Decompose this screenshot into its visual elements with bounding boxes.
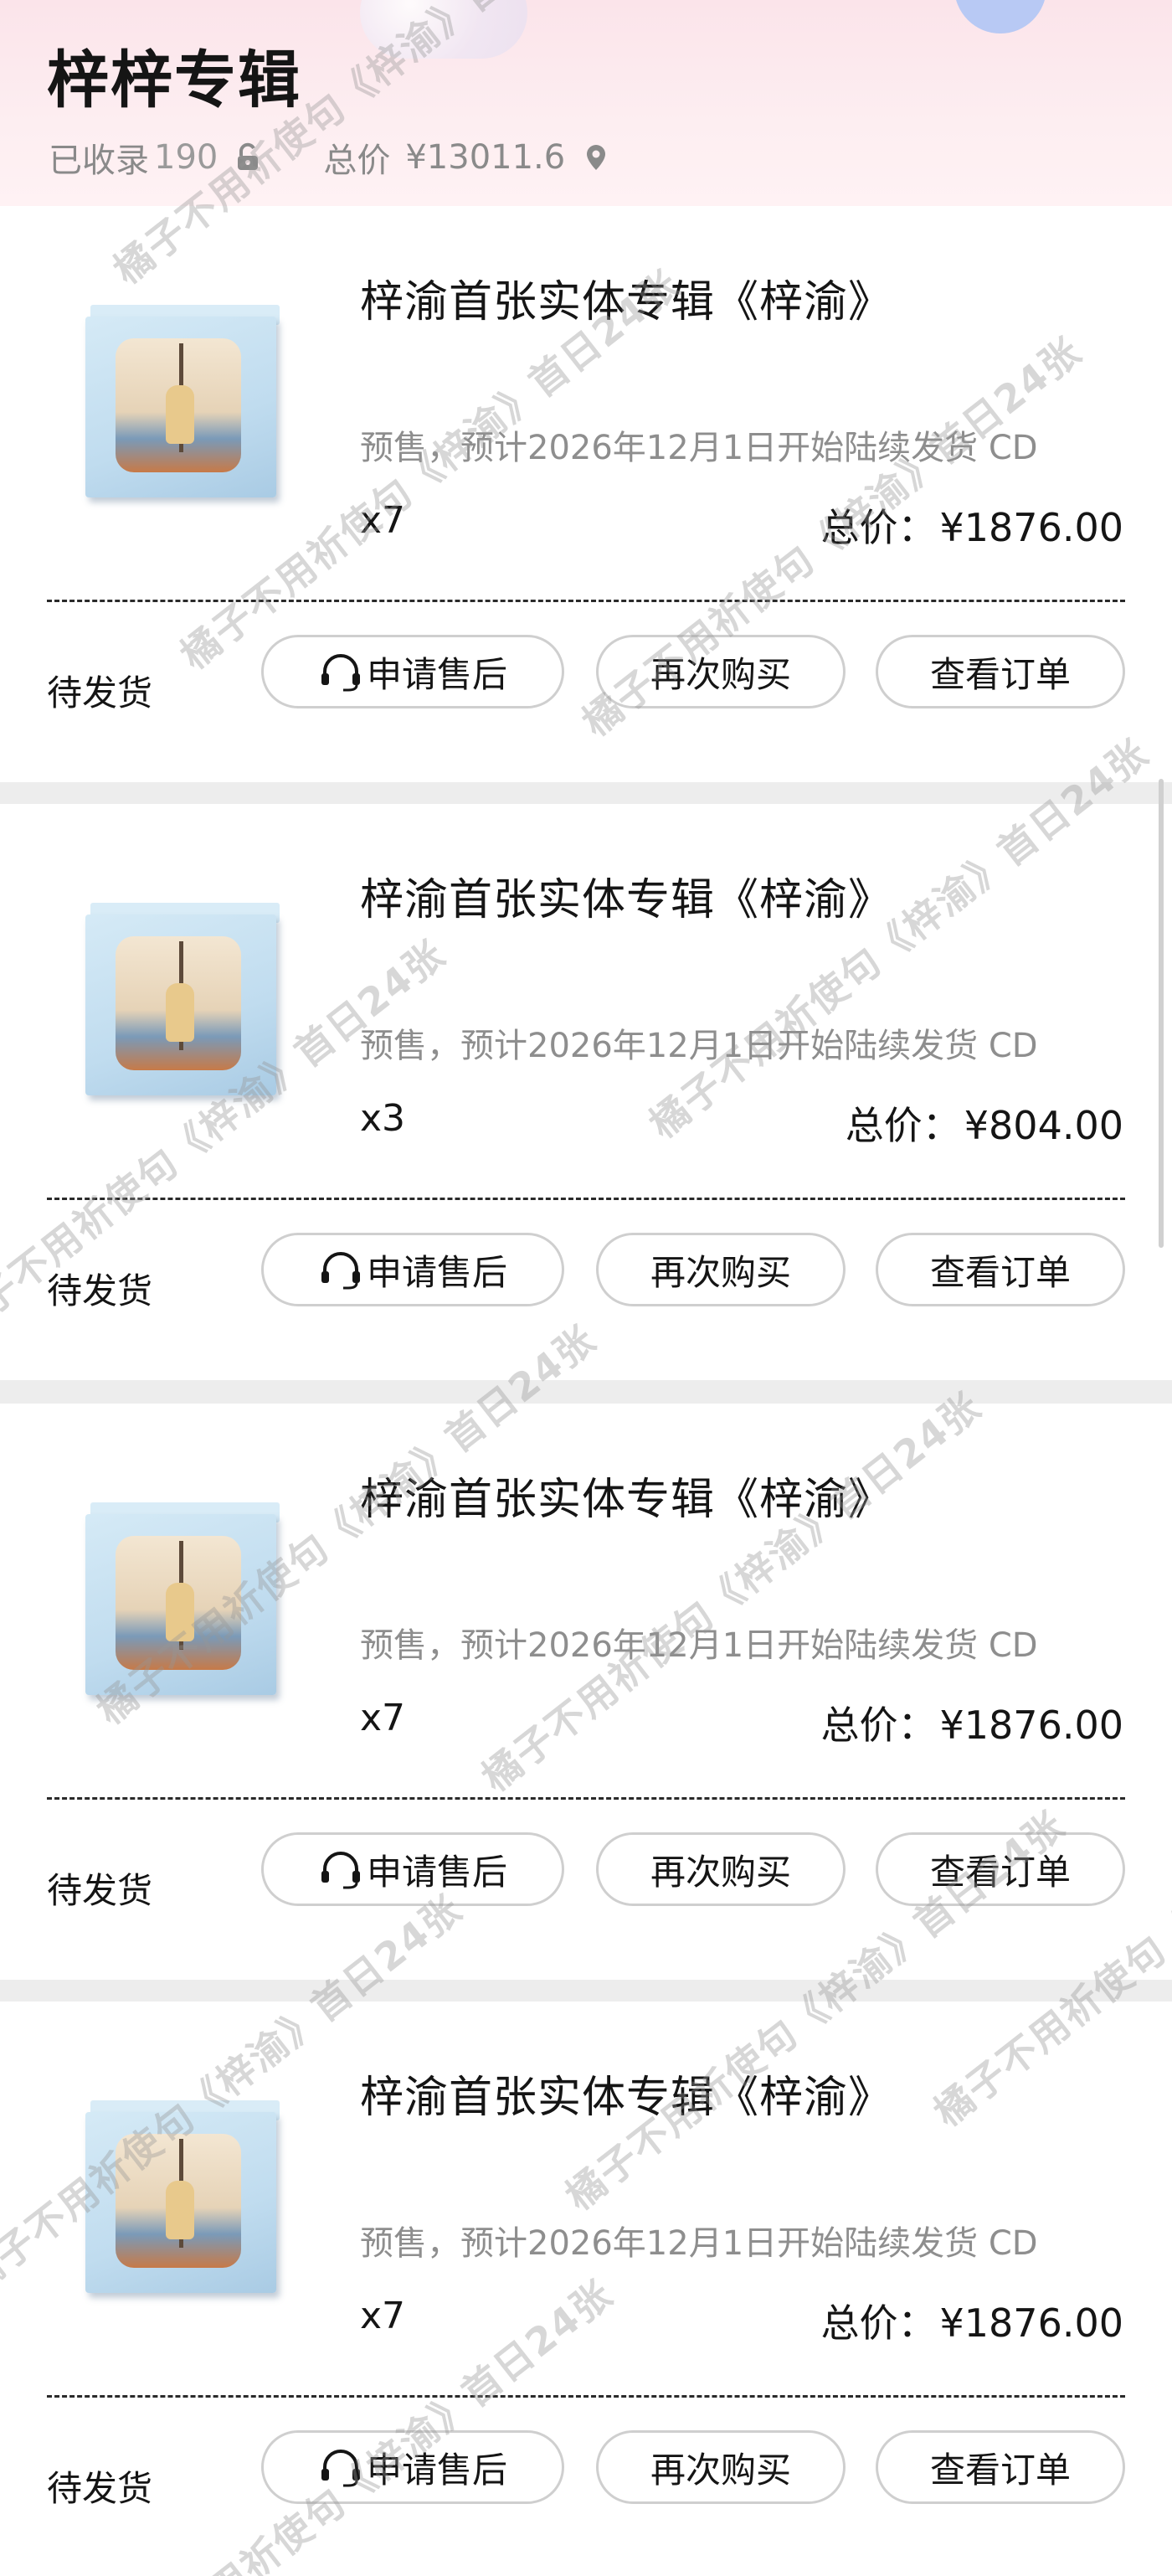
after-sale-button[interactable]: 申请售后 xyxy=(261,1233,564,1306)
headset-icon xyxy=(321,1252,360,1290)
dashed-divider xyxy=(47,1198,1125,1200)
headset-icon xyxy=(321,2450,360,2487)
headset-icon xyxy=(321,654,360,692)
view-order-button[interactable]: 查看订单 xyxy=(876,635,1125,708)
presale-info: 预售，预计2026年12月1日开始陆续发货 CD xyxy=(360,1027,1038,1065)
after-sale-button[interactable]: 申请售后 xyxy=(261,2430,564,2504)
location-pin-icon[interactable] xyxy=(580,142,612,173)
unlock-icon[interactable] xyxy=(233,142,265,173)
album-cover-image[interactable] xyxy=(85,903,286,1095)
after-sale-button[interactable]: 申请售后 xyxy=(261,635,564,708)
order-total: 总价：¥804.00 xyxy=(846,1095,1123,1151)
album-cover-image[interactable] xyxy=(85,1502,286,1695)
order-list-page: 梓梓专辑 已收录 190 总价 ¥13011.6 梓渝首张实体专辑《梓渝》 预售… xyxy=(0,0,1172,2576)
album-cover-image[interactable] xyxy=(85,2100,286,2293)
after-sale-label: 申请售后 xyxy=(366,1851,507,1893)
buy-again-button[interactable]: 再次购买 xyxy=(596,2430,846,2504)
product-name[interactable]: 梓渝首张实体专辑《梓渝》 xyxy=(360,864,892,927)
after-sale-label: 申请售后 xyxy=(366,2449,507,2491)
decorative-bubble xyxy=(360,0,527,59)
album-cover-image[interactable] xyxy=(85,305,286,497)
album-summary: 已收录 190 总价 ¥13011.6 xyxy=(49,132,612,183)
price-value: ¥1876.00 xyxy=(939,1703,1124,1748)
quantity: x7 xyxy=(360,1697,406,1739)
dashed-divider xyxy=(47,1797,1125,1800)
buy-again-button[interactable]: 再次购买 xyxy=(596,1832,846,1906)
order-status: 待发货 xyxy=(47,1270,153,1311)
product-name[interactable]: 梓渝首张实体专辑《梓渝》 xyxy=(360,1464,892,1527)
quantity: x7 xyxy=(360,499,406,542)
order-status: 待发货 xyxy=(47,2468,153,2509)
quantity: x3 xyxy=(360,1097,406,1140)
cover-figure xyxy=(166,983,194,1042)
order-card[interactable]: 梓渝首张实体专辑《梓渝》 预售，预计2026年12月1日开始陆续发货 CD x7… xyxy=(0,1404,1172,1980)
order-status: 待发货 xyxy=(47,1870,153,1911)
cover-figure xyxy=(166,385,194,444)
after-sale-button[interactable]: 申请售后 xyxy=(261,1832,564,1906)
album-header: 梓梓专辑 已收录 190 总价 ¥13011.6 xyxy=(0,0,1172,206)
order-total: 总价：¥1876.00 xyxy=(821,2293,1124,2348)
decorative-planet xyxy=(954,0,1046,33)
cover-figure xyxy=(166,2181,194,2239)
price-value: ¥1876.00 xyxy=(939,505,1124,550)
order-card[interactable]: 梓渝首张实体专辑《梓渝》 预售，预计2026年12月1日开始陆续发货 CD x7… xyxy=(0,2002,1172,2576)
after-sale-label: 申请售后 xyxy=(366,653,507,695)
presale-info: 预售，预计2026年12月1日开始陆续发货 CD xyxy=(360,2224,1038,2263)
price-value: ¥804.00 xyxy=(964,1103,1123,1148)
cover-figure xyxy=(166,1583,194,1641)
order-card[interactable]: 梓渝首张实体专辑《梓渝》 预售，预计2026年12月1日开始陆续发货 CD x3… xyxy=(0,804,1172,1380)
price-label: 总价： xyxy=(820,505,937,550)
view-order-button[interactable]: 查看订单 xyxy=(876,1832,1125,1906)
order-card[interactable]: 梓渝首张实体专辑《梓渝》 预售，预计2026年12月1日开始陆续发货 CD x7… xyxy=(0,206,1172,782)
view-order-button[interactable]: 查看订单 xyxy=(876,2430,1125,2504)
page-title: 梓梓专辑 xyxy=(47,44,301,116)
collected-count: 190 xyxy=(154,138,218,177)
quantity: x7 xyxy=(360,2295,406,2337)
price-label: 总价： xyxy=(845,1103,961,1148)
total-label: 总价 xyxy=(323,142,391,180)
total-value: ¥13011.6 xyxy=(405,138,566,177)
after-sale-label: 申请售后 xyxy=(366,1251,507,1293)
scrollbar[interactable] xyxy=(1159,779,1164,1248)
product-name[interactable]: 梓渝首张实体专辑《梓渝》 xyxy=(360,2062,892,2125)
buy-again-button[interactable]: 再次购买 xyxy=(596,635,846,708)
price-label: 总价： xyxy=(820,2300,937,2346)
dashed-divider xyxy=(47,600,1125,602)
collected-label: 已收录 xyxy=(49,142,149,180)
presale-info: 预售，预计2026年12月1日开始陆续发货 CD xyxy=(360,1626,1038,1665)
presale-info: 预售，预计2026年12月1日开始陆续发货 CD xyxy=(360,429,1038,467)
order-status: 待发货 xyxy=(47,672,153,714)
price-value: ¥1876.00 xyxy=(939,2300,1124,2346)
price-label: 总价： xyxy=(820,1703,937,1748)
buy-again-button[interactable]: 再次购买 xyxy=(596,1233,846,1306)
headset-icon xyxy=(321,1852,360,1889)
view-order-button[interactable]: 查看订单 xyxy=(876,1233,1125,1306)
order-total: 总价：¥1876.00 xyxy=(821,497,1124,553)
order-total: 总价：¥1876.00 xyxy=(821,1695,1124,1750)
dashed-divider xyxy=(47,2395,1125,2398)
product-name[interactable]: 梓渝首张实体专辑《梓渝》 xyxy=(360,266,892,329)
